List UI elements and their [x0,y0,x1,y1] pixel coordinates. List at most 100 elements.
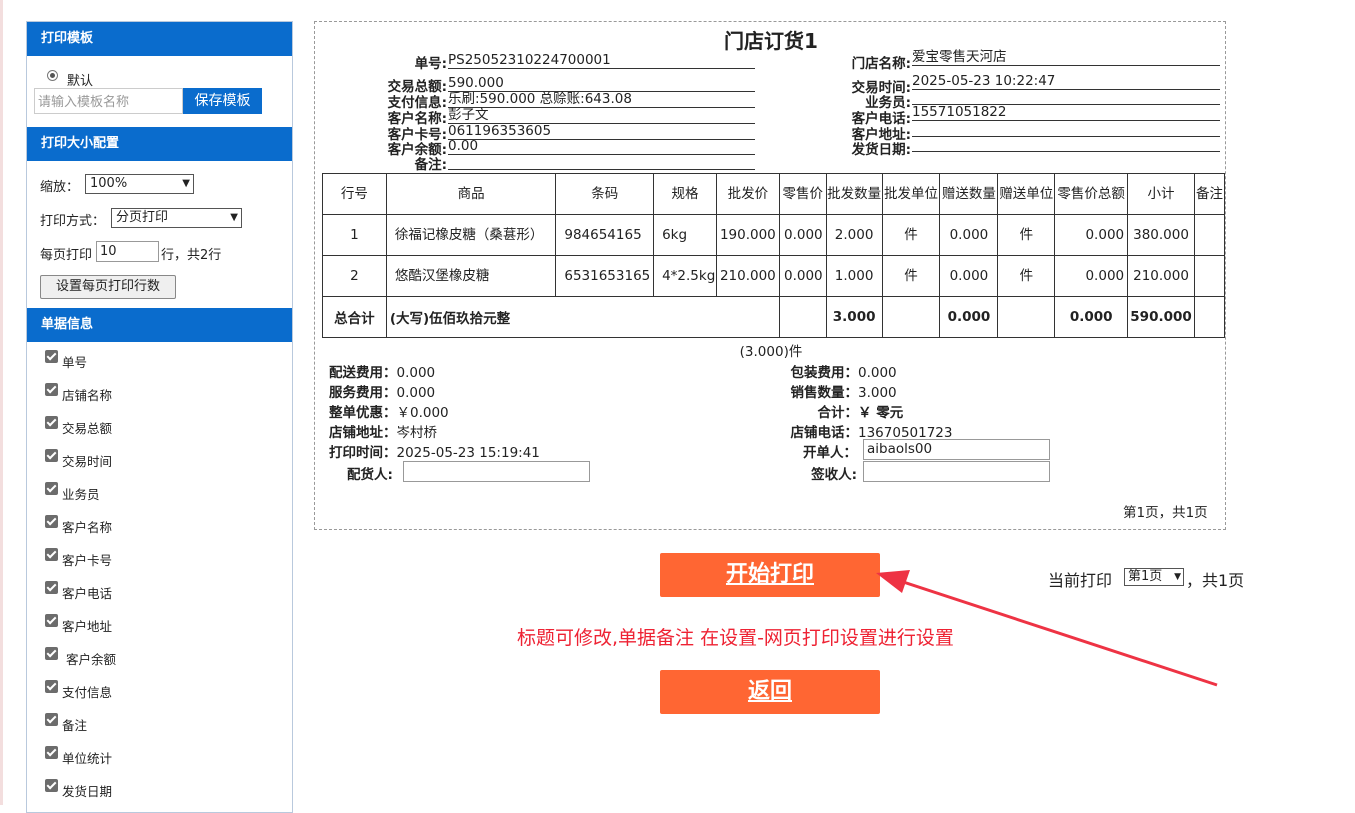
table-cell [1193,255,1226,297]
zoom-select-value: 100% [90,176,128,191]
checkbox[interactable] [45,482,58,495]
table-row: 2 悠酷汉堡橡皮糖 6531653165 4*2.5kg 210.000 0.000 1.0… [322,255,1226,297]
header-field-value: 爱宝零售天河店 [912,50,1220,66]
checkbox-label: 单号 [62,355,88,370]
rows-per-page-input[interactable]: 10 [96,241,159,262]
footer-field-value: 3.000 [858,385,897,401]
footer-field-value: 0.000 [396,385,436,401]
table-cell: 190.000 [715,214,780,256]
checkbox[interactable] [45,416,58,429]
receiver-input[interactable] [863,461,1050,482]
checkbox[interactable] [45,449,58,462]
table-header-cell: 条码 [555,173,655,215]
creator-input[interactable]: aibaols00 [863,439,1050,460]
table-cell: 1.000 [825,255,883,297]
header-field-value: 590.000 [448,76,755,92]
footer-field-label: 服务费用： [329,385,397,401]
header-field-value: 061196353605 [448,124,755,140]
header-field-value [448,154,755,170]
zoom-label: 缩放： [40,180,80,195]
arrow-shaft [887,575,1218,687]
total-retail-total: 0.000 [1054,296,1129,338]
default-template-radio[interactable] [47,70,58,81]
arrow-annotation-icon [876,570,1218,687]
table-cell: 984654165 [555,214,655,256]
footer-field-value: 0.000 [396,365,436,381]
back-button[interactable]: 返回 [660,670,880,714]
table-header-cell: 小计 [1127,173,1195,215]
rows-per-page-label: 每页打印 [40,248,93,263]
header-field-value: PS25052310224700001 [448,53,755,69]
total-empty-unit [881,296,941,338]
table-cell: 380.000 [1127,214,1195,256]
dispatcher-input[interactable] [403,461,590,482]
header-field-value [912,89,1220,105]
checkbox-label: 交易总额 [62,421,113,436]
checkbox-label: 支付信息 [62,685,113,700]
footer-field-value: 岑村桥 [396,425,438,441]
checkbox[interactable] [45,350,58,363]
footer-field: 销售数量：3.000 [755,381,1175,401]
save-template-button[interactable]: 保存模板 [183,88,262,114]
print-mode-select[interactable]: 分页打印 ▼ [111,208,242,228]
receiver-label: 签收人: [811,467,857,483]
checkbox[interactable] [45,614,58,627]
total-empty-remark [1193,296,1226,338]
header-field-value [912,136,1220,152]
checkbox[interactable] [45,680,58,693]
chevron-down-icon: ▼ [182,178,190,189]
footer-field: 店铺地址：岑村桥 [329,421,437,441]
checkbox-label: 客户名称 [62,520,113,535]
footer-field: 合计：￥ 零元 [755,401,1175,421]
default-template-label: 默认 [67,74,94,89]
footer-field-label: 销售数量： [790,385,859,401]
checkbox[interactable] [45,383,58,396]
footer-field-value: ￥0.000 [396,405,449,421]
checkbox[interactable] [45,779,58,792]
checkbox[interactable] [45,746,58,759]
print-mode-select-value: 分页打印 [116,210,169,225]
set-rows-button[interactable]: 设置每页打印行数 [40,275,176,299]
table-row: 1 徐福记橡皮糖（桑葚形） 984654165 6kg 190.000 0.000 2.00… [322,214,1226,256]
footer-field-label: 整单优惠： [329,405,397,421]
print-mode-label: 打印方式： [40,214,106,229]
table-cell: 0.000 [1054,255,1129,297]
dispatcher-label: 配货人: [347,467,393,483]
template-name-input[interactable] [34,88,183,114]
header-field-value: 0.00 [448,139,755,155]
table-header-cell: 赠送单位 [997,173,1056,215]
table-header-row: 行号 商品 条码 规格 批发价 零售价 批发数量 批发单位 赠送数量 赠送单位 零售价总额 小计 备注 [322,173,1226,215]
table-header-cell: 批发数量 [825,173,883,215]
checkbox[interactable] [45,581,58,594]
checkbox[interactable] [45,548,58,561]
checkbox-label: 客户电话 [62,586,113,601]
checkbox-label: 交易时间 [62,454,113,469]
checkbox[interactable] [45,515,58,528]
start-print-button[interactable]: 开始打印 [660,553,880,597]
zoom-select[interactable]: 100% ▼ [85,174,194,194]
footer-field: 服务费用：0.000 [329,381,435,401]
checkbox[interactable] [45,647,58,660]
checkbox-label: 客户卡号 [62,553,113,568]
table-cell: 0.000 [778,255,827,297]
footer-field: 配送费用：0.000 [329,361,435,381]
footer-field-label: 打印时间： [329,445,397,461]
table-cell: 6531653165 [555,255,655,297]
checkbox-label: 单位统计 [62,751,113,766]
doc-info-section-header: 单据信息 [27,308,292,342]
table-cell: 件 [997,255,1056,297]
settings-panel: 打印模板 默认 保存模板 打印大小配置 缩放： 100% ▼ 打印方式： 分页打… [26,21,293,813]
footer-field-label: 店铺电话： [790,425,859,441]
items-table: 行号 商品 条码 规格 批发价 零售价 批发数量 批发单位 赠送数量 赠送单位 零售价总额 小计 备注 … [322,173,1226,338]
table-cell: 2 [322,255,387,297]
checkbox[interactable] [45,713,58,726]
header-field-value: 乐刷:590.000 总赊账:643.08 [448,92,755,108]
table-cell: 0.000 [778,214,827,256]
table-total-row: 总合计 (大写)伍佰玖拾元整 3.000 0.000 0.000 590.000 [322,296,1226,338]
table-cell: 1 [322,214,387,256]
checkbox-label: 发货日期 [62,784,113,799]
checkbox-label: 备注 [62,718,88,733]
table-cell: 徐福记橡皮糖（桑葚形） [385,214,557,256]
rows-total-text: 行，共2行 [161,248,222,263]
checkbox-label: 业务员 [62,487,100,502]
